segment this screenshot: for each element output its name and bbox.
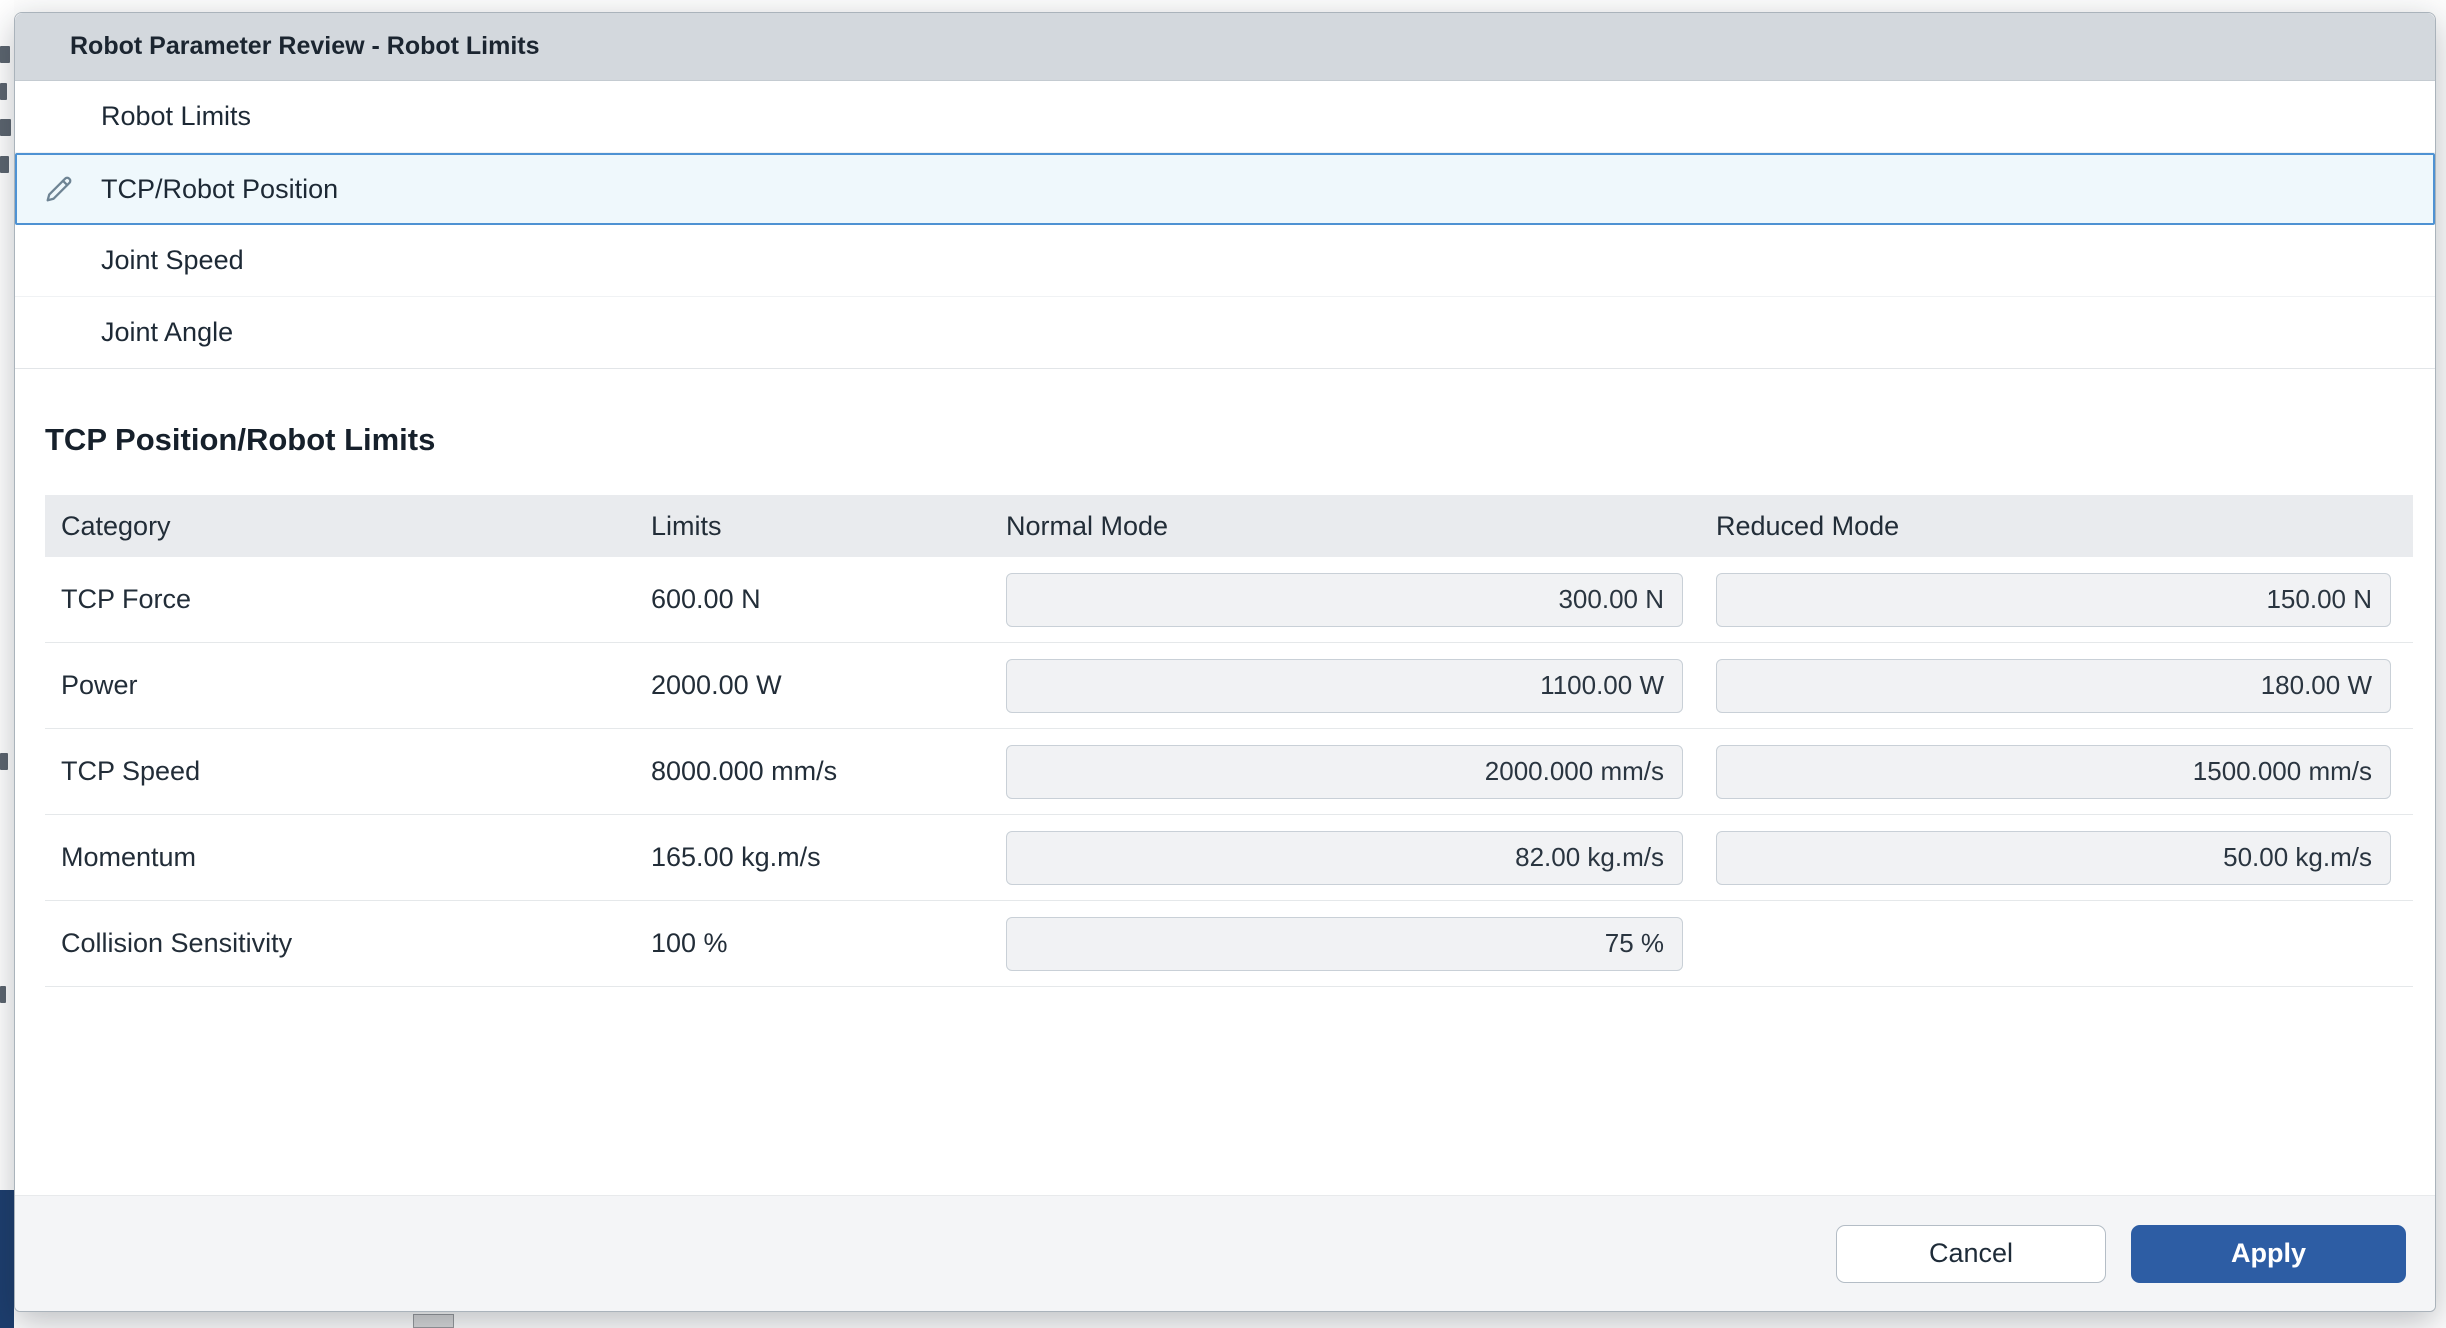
dialog-footer: Cancel Apply: [15, 1195, 2435, 1311]
column-header-normal-mode: Normal Mode: [990, 511, 1700, 542]
background-text-fragment: [0, 753, 8, 770]
limit-cell: 2000.00 W: [635, 670, 990, 701]
column-header-limits: Limits: [635, 511, 990, 542]
section-heading: TCP Position/Robot Limits: [45, 421, 2411, 459]
background-text-fragment: [0, 119, 11, 136]
dialog-title-bar: Robot Parameter Review - Robot Limits: [15, 13, 2435, 81]
tcp-force-normal-input[interactable]: [1006, 573, 1683, 627]
limits-content: TCP Position/Robot Limits Category Limit…: [15, 421, 2435, 987]
background-window-sliver: [0, 0, 14, 1328]
power-normal-input[interactable]: [1006, 659, 1683, 713]
screen: Robot Parameter Review - Robot Limits Ro…: [0, 0, 2446, 1328]
cancel-button[interactable]: Cancel: [1836, 1225, 2106, 1283]
limit-cell: 8000.000 mm/s: [635, 756, 990, 787]
background-text-fragment: [0, 46, 10, 63]
nav-item-label: Robot Limits: [101, 101, 251, 132]
nav-item-joint-angle[interactable]: Joint Angle: [15, 297, 2435, 369]
tcp-force-reduced-input[interactable]: [1716, 573, 2391, 627]
power-reduced-input[interactable]: [1716, 659, 2391, 713]
limit-cell: 600.00 N: [635, 584, 990, 615]
table-header-row: Category Limits Normal Mode Reduced Mode: [45, 495, 2413, 557]
category-cell: TCP Speed: [45, 756, 635, 787]
dialog-title: Robot Parameter Review - Robot Limits: [70, 32, 540, 61]
apply-button[interactable]: Apply: [2131, 1225, 2406, 1283]
table-row-power: Power 2000.00 W: [45, 643, 2413, 729]
category-cell: Power: [45, 670, 635, 701]
tcp-speed-reduced-input[interactable]: [1716, 745, 2391, 799]
table-row-tcp-force: TCP Force 600.00 N: [45, 557, 2413, 643]
background-text-fragment: [0, 156, 9, 173]
background-scroll-fragment: [413, 1314, 454, 1328]
momentum-normal-input[interactable]: [1006, 831, 1683, 885]
nav-item-label: Joint Angle: [101, 317, 233, 348]
tcp-speed-normal-input[interactable]: [1006, 745, 1683, 799]
category-cell: TCP Force: [45, 584, 635, 615]
momentum-reduced-input[interactable]: [1716, 831, 2391, 885]
column-header-category: Category: [45, 511, 635, 542]
nav-item-joint-speed[interactable]: Joint Speed: [15, 225, 2435, 297]
pencil-edit-icon: [17, 172, 101, 206]
table-row-tcp-speed: TCP Speed 8000.000 mm/s: [45, 729, 2413, 815]
limit-cell: 100 %: [635, 928, 990, 959]
collision-sensitivity-normal-input[interactable]: [1006, 917, 1683, 971]
background-text-fragment: [0, 986, 6, 1003]
limits-category-list: Robot Limits TCP/Robot Position Joint Sp…: [15, 81, 2435, 369]
nav-item-label: Joint Speed: [101, 245, 244, 276]
category-cell: Collision Sensitivity: [45, 928, 635, 959]
table-row-collision-sensitivity: Collision Sensitivity 100 %: [45, 901, 2413, 987]
category-cell: Momentum: [45, 842, 635, 873]
limit-cell: 165.00 kg.m/s: [635, 842, 990, 873]
table-row-momentum: Momentum 165.00 kg.m/s: [45, 815, 2413, 901]
nav-item-label: TCP/Robot Position: [101, 174, 338, 205]
limits-table: Category Limits Normal Mode Reduced Mode…: [45, 495, 2413, 987]
column-header-reduced-mode: Reduced Mode: [1700, 511, 2413, 542]
nav-item-tcp-robot-position[interactable]: TCP/Robot Position: [15, 153, 2435, 225]
robot-parameter-review-dialog: Robot Parameter Review - Robot Limits Ro…: [14, 12, 2436, 1312]
background-text-fragment: [0, 83, 7, 100]
nav-item-robot-limits[interactable]: Robot Limits: [15, 81, 2435, 153]
background-nav-strip: [0, 1190, 14, 1328]
